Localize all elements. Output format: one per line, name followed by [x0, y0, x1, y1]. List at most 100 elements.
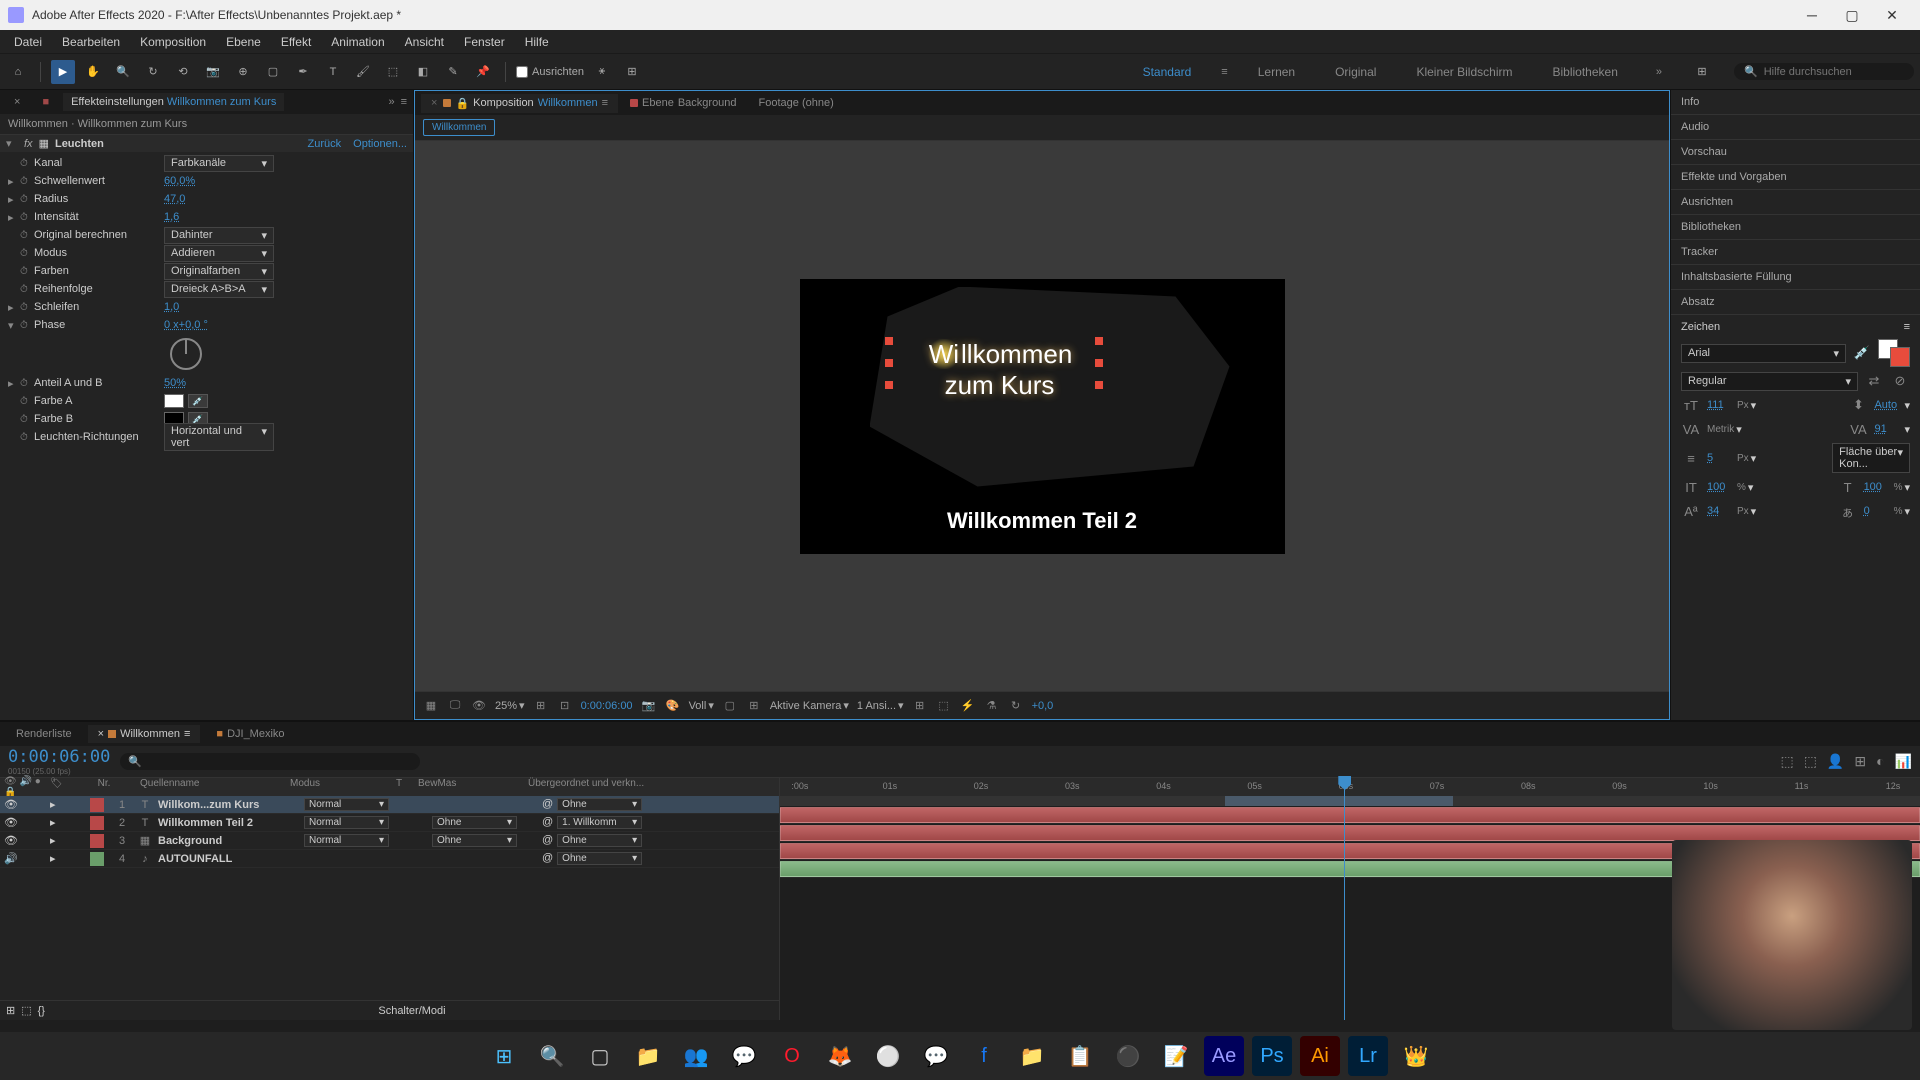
panel-overflow[interactable]: » — [388, 96, 394, 108]
expand-icon[interactable]: ▸ — [50, 816, 56, 829]
bewmas-dropdown[interactable]: Ohne▾ — [432, 834, 517, 847]
photoshop-icon[interactable]: Ps — [1252, 1036, 1292, 1076]
stopwatch-icon[interactable]: ⏱ — [20, 158, 34, 169]
firefox-icon[interactable]: 🦊 — [820, 1036, 860, 1076]
hscale-input[interactable]: 100%▾ — [1864, 481, 1910, 494]
selection-tool[interactable]: ▶ — [51, 60, 75, 84]
menu-komposition[interactable]: Komposition — [130, 31, 216, 53]
help-search-input[interactable] — [1764, 66, 1906, 78]
mode-dropdown[interactable]: Normal▾ — [304, 816, 389, 829]
stroke-width-input[interactable]: 5Px▾ — [1707, 452, 1756, 465]
expand-icon[interactable]: ▸ — [50, 852, 56, 865]
workspace-original[interactable]: Original — [1325, 61, 1386, 83]
audio-section[interactable]: Audio — [1671, 115, 1920, 140]
toggle-switches-label[interactable]: Schalter/Modi — [51, 1005, 773, 1017]
effects-presets-section[interactable]: Effekte und Vorgaben — [1671, 165, 1920, 190]
menu-fenster[interactable]: Fenster — [454, 31, 515, 53]
comp-flowchart-btn[interactable]: ⬚ — [1780, 753, 1793, 770]
tab-close[interactable]: × — [98, 728, 104, 740]
effect-options-link[interactable]: Optionen... — [353, 138, 407, 150]
tl-tab-dji[interactable]: ■ DJI_Mexiko — [206, 725, 294, 743]
workspace-lernen[interactable]: Lernen — [1248, 61, 1305, 83]
leading-input[interactable]: Auto▾ — [1874, 399, 1910, 412]
prop-radius-value[interactable]: 47,0 — [164, 193, 185, 205]
workspace-bibliotheken[interactable]: Bibliotheken — [1542, 61, 1627, 83]
stopwatch-icon[interactable]: ⏱ — [20, 414, 34, 425]
color-swatch-a[interactable] — [164, 394, 184, 408]
swap-colors-icon[interactable]: ⇄ — [1864, 371, 1884, 391]
tab-menu[interactable]: ≡ — [184, 728, 190, 740]
res-icon2[interactable]: ⊡ — [557, 698, 573, 714]
grid-icon[interactable]: ⊞ — [912, 698, 928, 714]
effect-toggle-icon[interactable]: ▦ — [39, 137, 49, 150]
workspace-standard[interactable]: Standard — [1133, 61, 1202, 83]
home-tool[interactable]: ⌂ — [6, 60, 30, 84]
content-fill-section[interactable]: Inhaltsbasierte Füllung — [1671, 265, 1920, 290]
app-icon3[interactable]: 👑 — [1396, 1036, 1436, 1076]
graph-btn[interactable]: 📊 — [1895, 753, 1912, 770]
rotate-tool[interactable]: ⟲ — [171, 60, 195, 84]
layer-row-1[interactable]: 👁 ▸ 1 T Willkom...zum Kurs Normal▾ @Ohne… — [0, 796, 779, 814]
task-view[interactable]: ▢ — [580, 1036, 620, 1076]
mask-icon[interactable]: 👁 — [471, 698, 487, 714]
flow-item[interactable]: Willkommen — [423, 119, 495, 136]
workspace-overflow[interactable]: » — [1656, 66, 1662, 78]
kerning-input[interactable]: Metrik▾ — [1707, 423, 1742, 436]
timeline-search[interactable]: 🔍 — [120, 753, 420, 770]
weight-dropdown[interactable]: Regular▾ — [1681, 372, 1858, 391]
expand-icon[interactable]: ▾ — [8, 319, 20, 332]
parent-dropdown[interactable]: Ohne▾ — [557, 798, 642, 811]
after-effects-icon[interactable]: Ae — [1204, 1036, 1244, 1076]
toggle-icon2[interactable]: ⬚ — [21, 1004, 31, 1017]
info-section[interactable]: Info — [1671, 90, 1920, 115]
selection-handle[interactable] — [1095, 359, 1103, 367]
expand-icon[interactable]: ▸ — [8, 211, 20, 224]
pickwhip-icon[interactable]: @ — [542, 834, 553, 847]
expand-icon[interactable]: ▸ — [8, 175, 20, 188]
camera-tool[interactable]: 📷 — [201, 60, 225, 84]
stopwatch-icon[interactable]: ⏱ — [20, 230, 34, 241]
app-icon[interactable]: ⚪ — [868, 1036, 908, 1076]
expand-icon[interactable]: ▸ — [50, 798, 56, 811]
search-taskbar[interactable]: 🔍 — [532, 1036, 572, 1076]
3d-icon[interactable]: ⬚ — [936, 698, 952, 714]
expand-icon[interactable]: ▸ — [50, 834, 56, 847]
transparency-icon[interactable]: ⊞ — [746, 698, 762, 714]
opera-icon[interactable]: O — [772, 1036, 812, 1076]
effect-reset-link[interactable]: Zurück — [308, 138, 342, 150]
expand-icon[interactable]: ▸ — [8, 377, 20, 390]
tracking-input[interactable]: 91▾ — [1874, 423, 1910, 436]
draft-3d-btn[interactable]: ⬚ — [1804, 753, 1817, 770]
mode-dropdown[interactable]: Normal▾ — [304, 834, 389, 847]
work-area[interactable] — [780, 796, 1920, 806]
playhead[interactable] — [1344, 778, 1345, 1020]
obs-icon[interactable]: ⚫ — [1108, 1036, 1148, 1076]
pickwhip-icon[interactable]: @ — [542, 816, 553, 829]
snap-checkbox[interactable]: Ausrichten — [516, 66, 584, 78]
hand-tool[interactable]: ✋ — [81, 60, 105, 84]
selection-handle[interactable] — [885, 381, 893, 389]
region-icon[interactable]: ▢ — [722, 698, 738, 714]
audio-icon[interactable]: 🔊 — [4, 852, 18, 865]
layer-bar-2[interactable] — [780, 825, 1920, 841]
clone-tool[interactable]: ⬚ — [381, 60, 405, 84]
prop-richtungen-dropdown[interactable]: Horizontal und vert▾ — [164, 423, 274, 451]
align-section[interactable]: Ausrichten — [1671, 190, 1920, 215]
tracker-section[interactable]: Tracker — [1671, 240, 1920, 265]
menu-ebene[interactable]: Ebene — [216, 31, 271, 53]
tsume-input[interactable]: 0%▾ — [1864, 505, 1910, 518]
alpha-icon[interactable]: ▦ — [423, 698, 439, 714]
res-icon1[interactable]: ⊞ — [533, 698, 549, 714]
stopwatch-icon[interactable]: ⏱ — [20, 396, 34, 407]
text-layer-1[interactable]: Willkommen zum Kurs — [900, 339, 1100, 401]
monitor-icon[interactable]: 🖵 — [447, 698, 463, 714]
fill-stroke-colors[interactable] — [1878, 339, 1910, 367]
menu-effekt[interactable]: Effekt — [271, 31, 321, 53]
mode-dropdown[interactable]: Normal▾ — [304, 798, 389, 811]
comp-tab-background[interactable]: Ebene Background — [620, 94, 747, 112]
explorer-icon[interactable]: 📁 — [628, 1036, 668, 1076]
help-search[interactable]: 🔍 — [1734, 63, 1914, 80]
prop-original-dropdown[interactable]: Dahinter▾ — [164, 227, 274, 244]
prop-schleifen-value[interactable]: 1,0 — [164, 301, 179, 313]
draft-icon[interactable]: ⚡ — [960, 698, 976, 714]
